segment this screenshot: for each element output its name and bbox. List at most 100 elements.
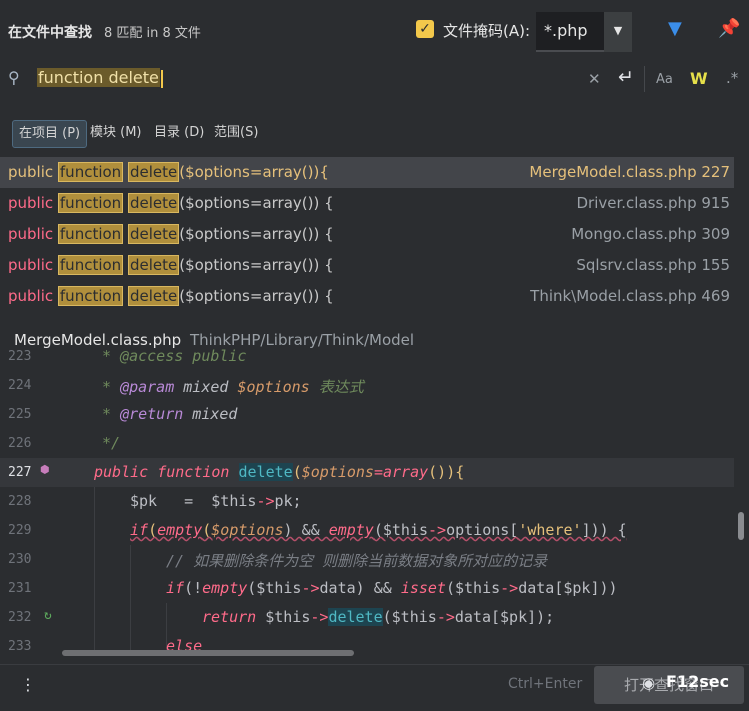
code-line-230: // 如果删除条件为空 则删除当前数据对象所对应的记录 [166,552,548,570]
scope-tab-directory[interactable]: 目录 (D) [148,120,210,146]
code-token: public [94,463,149,481]
whole-words-icon[interactable]: W [690,69,708,88]
result-keyword: public [8,163,58,181]
code-token: -> [436,608,455,626]
result-text: ($options=array()) { [179,194,334,212]
code-token: ( [202,521,212,539]
code-token: 表达式 [309,378,364,396]
line-number: 224 [8,378,32,393]
code-token: return [202,608,257,626]
file-mask-checkbox[interactable]: ✓ [416,20,434,38]
code-preview[interactable]: 223 224 225 226 227 228 229 230 231 232 … [0,347,749,652]
code-token: $options [211,521,284,539]
code-token: ( [292,463,302,481]
result-text: ($options=array()) { [179,287,334,305]
code-token: data[$pk]); [454,608,555,626]
clear-icon[interactable]: ✕ [588,70,601,88]
code-token: ) && [283,521,329,539]
implement-gutter-icon[interactable]: ⬢ [40,463,50,476]
horizontal-scrollbar[interactable] [62,650,354,656]
result-text: ($options=array()){ [179,163,329,181]
code-token: function [157,463,230,481]
code-token: (! [184,579,203,597]
line-number: 230 [8,552,32,567]
chevron-down-icon[interactable]: ▼ [604,12,632,52]
line-number: 232 [8,610,32,625]
line-number: 227 [8,465,32,480]
code-token: ()){ [428,463,465,481]
more-options-icon[interactable]: ⋮ [20,675,36,694]
code-token: * [102,378,121,396]
file-mask-label: 文件掩码(A): [443,22,531,40]
code-token: mixed [183,405,238,423]
code-token: $options [237,378,310,396]
shortcut-hint: Ctrl+Enter [508,676,583,692]
code-token: -> [500,579,519,597]
line-number: 229 [8,523,32,538]
result-text: ($options=array()) { [179,256,334,274]
code-token: ($this [247,579,302,597]
code-token: @param [120,378,175,396]
newline-icon[interactable]: ↵ [618,66,634,88]
filter-icon[interactable]: ▼ [668,18,682,39]
result-match: delete [127,286,180,306]
search-input[interactable]: function delete [37,68,577,90]
line-number: 226 [8,436,32,451]
result-file: Sqlsrv.class.php 155 [576,256,730,274]
wechat-icon: ◉ [642,674,656,692]
pin-icon[interactable]: 📌 [718,18,740,39]
file-mask-input[interactable]: *.php [536,12,606,52]
search-icon[interactable]: ⚲ [8,68,20,87]
result-row[interactable]: public function delete ($options=array())… [0,219,734,250]
search-query: function delete [37,68,160,87]
line-number: 233 [8,639,32,652]
code-token: empty [157,521,203,539]
result-keyword: public [8,225,58,243]
result-file: Mongo.class.php 309 [571,225,730,243]
code-token: = [373,463,383,481]
result-match: delete [127,224,180,244]
result-match: function [57,286,124,306]
result-row[interactable]: public function delete ($options=array())… [0,250,734,281]
code-token: data) && [319,579,401,597]
result-row[interactable]: public function delete ($options=array())… [0,281,734,312]
vertical-scrollbar[interactable] [738,512,744,540]
code-line-226: */ [102,434,121,452]
result-row[interactable]: public function delete ($options=array())… [0,188,734,219]
text-caret [160,69,163,88]
result-match: delete [127,162,180,182]
regex-icon[interactable]: .* [726,69,738,87]
code-token: ($this [373,521,429,539]
preview-file-name: MergeModel.class.php [14,331,182,349]
scope-tab-scope[interactable]: 范围(S) [208,120,264,146]
code-line-228: $pk = $this->pk; [130,492,302,510]
code-token: mixed [174,378,238,396]
code-line-225: * @return mixed [102,405,237,423]
result-row[interactable]: public function delete ($options=array())… [0,157,734,188]
code-token: @return [120,405,184,423]
line-number: 231 [8,581,32,596]
scope-tab-module[interactable]: 模块 (M) [84,120,148,146]
recursion-gutter-icon[interactable]: ↻ [44,608,52,623]
code-token: -> [256,492,275,510]
match-case-icon[interactable]: Aa [656,72,673,87]
result-match: delete [127,255,180,275]
result-keyword: public [8,256,58,274]
scope-tab-project[interactable]: 在项目 (P) [12,120,88,148]
result-match: function [57,162,124,182]
code-token: if [166,579,185,597]
result-match: function [57,224,124,244]
code-token: ( [148,521,158,539]
result-match: function [57,193,124,213]
code-line-232: return $this->delete($this->data[$pk]); [202,608,554,626]
code-token: isset [400,579,446,597]
dialog-title: 在文件中查找 [8,25,92,41]
code-line-224: * @param mixed $options 表达式 [102,376,364,397]
result-keyword: public [8,194,58,212]
indent-guide [130,545,131,652]
code-token: $this [256,608,311,626]
line-number: 225 [8,407,32,422]
result-file: MergeModel.class.php 227 [529,163,730,181]
code-line-231: if(!empty($this->data) && isset($this->d… [166,579,618,597]
result-match: function [57,255,124,275]
